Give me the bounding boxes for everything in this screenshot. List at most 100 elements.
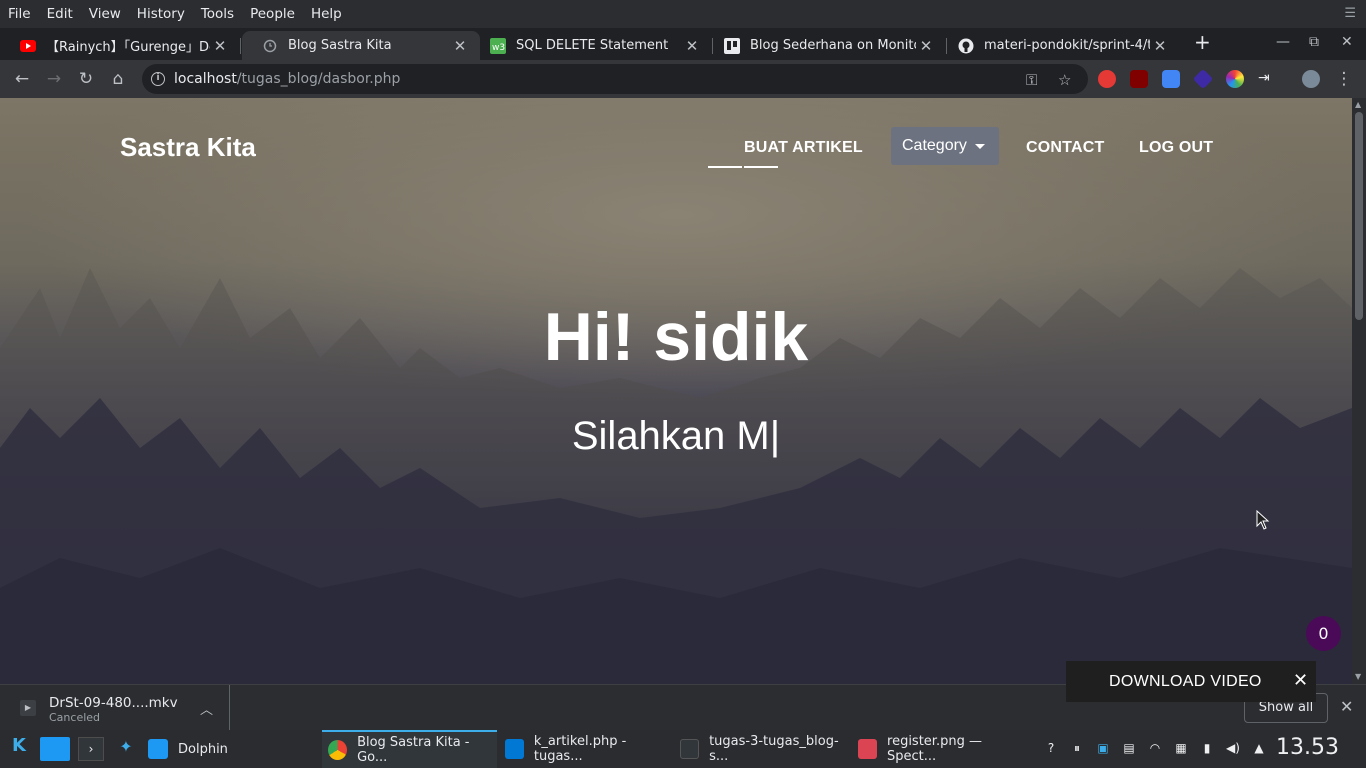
close-tab-icon[interactable]: ✕: [916, 37, 936, 55]
hero-subtitle: Silahkan M|: [571, 414, 781, 458]
menu-history[interactable]: History: [129, 6, 193, 22]
translate-icon[interactable]: [1162, 70, 1180, 88]
mouse-cursor-icon: [1256, 510, 1270, 530]
task-vscode[interactable]: k_artikel.php - tugas...: [505, 730, 671, 768]
page-loading-icon: [262, 38, 278, 54]
menu-view[interactable]: View: [81, 6, 129, 22]
scroll-up-icon[interactable]: ▲: [1355, 100, 1361, 109]
tab-sql-delete[interactable]: w3 SQL DELETE Statement ✕: [470, 31, 713, 60]
adblock-icon[interactable]: [1098, 70, 1116, 88]
spectacle-icon: [858, 739, 878, 759]
new-tab-icon[interactable]: +: [1194, 30, 1211, 54]
scroll-down-icon[interactable]: ▼: [1355, 672, 1361, 681]
nav-logout-label: LOG OUT: [1139, 139, 1214, 156]
category-label: Category: [902, 137, 967, 154]
pause-icon[interactable]: ⏸: [1069, 740, 1085, 756]
task-terminal[interactable]: tugas-3-tugas_blog-s...: [680, 730, 850, 768]
task-label: register.png — Spect...: [887, 734, 982, 764]
battery-icon[interactable]: ▮: [1199, 740, 1215, 756]
clock[interactable]: 13.53: [1276, 735, 1339, 760]
tab-title: Blog Sastra Kita: [288, 38, 392, 53]
ublock-icon[interactable]: [1130, 70, 1148, 88]
scrollbar-thumb[interactable]: [1355, 112, 1363, 320]
terminal-icon[interactable]: ›: [78, 737, 104, 761]
vscode-icon: [505, 739, 524, 759]
wifi-icon[interactable]: ◠: [1147, 740, 1163, 756]
storage-icon[interactable]: ▦: [1173, 740, 1189, 756]
chrome-menu-icon[interactable]: ⋮: [1334, 69, 1354, 89]
tab-strip: 【Rainych】「Gurenge」Demon S ✕ Blog Sastra …: [0, 28, 1366, 60]
download-item[interactable]: ▶ DrSt-09-480....mkv Canceled ︿: [0, 685, 230, 731]
window-menu-icon[interactable]: ☰: [1344, 6, 1356, 21]
info-icon[interactable]: i: [151, 72, 165, 86]
close-tab-icon[interactable]: ✕: [450, 37, 470, 55]
kde-launcher-icon[interactable]: K: [8, 737, 30, 760]
task-dolphin[interactable]: Dolphin: [148, 730, 314, 768]
dolphin-icon: [148, 739, 168, 759]
settings-icon[interactable]: ✦: [116, 739, 136, 759]
nav-contact[interactable]: CONTACT: [1026, 139, 1104, 157]
tab-github[interactable]: materi-pondokit/sprint-4/tugas ✕: [938, 31, 1180, 60]
profile-avatar[interactable]: [1302, 70, 1320, 88]
menu-file[interactable]: File: [0, 6, 39, 22]
close-tab-icon[interactable]: ✕: [1150, 37, 1170, 55]
download-status: Canceled: [49, 711, 101, 724]
menu-tools[interactable]: Tools: [193, 6, 242, 22]
tab-trello[interactable]: Blog Sederhana on Monitor ✕: [704, 31, 947, 60]
file-manager-icon[interactable]: [40, 737, 70, 761]
site-brand[interactable]: Sastra Kita: [120, 132, 256, 163]
task-chrome[interactable]: Blog Sastra Kita - Go...: [322, 730, 497, 768]
volume-icon[interactable]: ◀): [1225, 740, 1241, 756]
close-icon[interactable]: ✕: [1293, 670, 1308, 691]
address-bar[interactable]: i localhost/tugas_blog/dasbor.php ⚿ ☆: [142, 64, 1088, 94]
category-dropdown[interactable]: Category: [891, 127, 999, 165]
download-video-label: DOWNLOAD VIDEO: [1109, 673, 1262, 690]
menu-people[interactable]: People: [242, 6, 303, 22]
tab-youtube[interactable]: 【Rainych】「Gurenge」Demon S ✕: [0, 31, 241, 60]
screen-icon[interactable]: ▣: [1095, 740, 1111, 756]
color-picker-icon[interactable]: [1226, 70, 1244, 88]
menubar: File Edit View History Tools People Help…: [0, 0, 1366, 28]
extension-arrow-icon[interactable]: ⇥: [1258, 70, 1276, 88]
nav-contact-label: CONTACT: [1026, 139, 1105, 156]
task-spectacle[interactable]: register.png — Spect...: [858, 730, 1028, 768]
close-tab-icon[interactable]: ✕: [210, 37, 230, 55]
key-icon[interactable]: ⚿: [1026, 71, 1037, 89]
help-icon[interactable]: ?: [1043, 740, 1059, 756]
page-scrollbar[interactable]: ▲ ▼: [1352, 98, 1366, 684]
video-file-icon: ▶: [20, 700, 36, 716]
close-download-bar-icon[interactable]: ✕: [1340, 697, 1353, 716]
page-viewport: Sastra Kita BUAT ARTIKEL Category CONTAC…: [0, 98, 1352, 684]
tray-expand-icon[interactable]: ▲: [1251, 740, 1267, 756]
chevron-up-icon[interactable]: ︿: [200, 699, 213, 718]
nav-logout[interactable]: LOG OUT: [1139, 139, 1213, 157]
tab-title: 【Rainych】「Gurenge」Demon S: [46, 40, 210, 55]
task-label: Blog Sastra Kita - Go...: [357, 735, 470, 765]
menu-help[interactable]: Help: [303, 6, 350, 22]
url-host: localhost: [174, 71, 237, 87]
taskbar: K › ✦ Dolphin Blog Sastra Kita - Go... k…: [0, 730, 1366, 768]
close-tab-icon[interactable]: ✕: [682, 37, 702, 55]
tab-title: materi-pondokit/sprint-4/tugas: [984, 38, 1150, 53]
clipboard-icon[interactable]: ▤: [1121, 740, 1137, 756]
trello-icon: [724, 37, 740, 54]
extension-diamond-icon[interactable]: [1192, 68, 1214, 90]
close-window-icon[interactable]: ✕: [1341, 34, 1353, 50]
task-label: Dolphin: [178, 741, 228, 757]
task-label: k_artikel.php - tugas...: [533, 734, 627, 764]
tab-blog-sastra-kita[interactable]: Blog Sastra Kita ✕: [242, 31, 480, 60]
youtube-icon: [20, 38, 36, 54]
github-icon: [958, 38, 974, 54]
notification-badge[interactable]: 0: [1306, 616, 1341, 651]
home-icon[interactable]: ⌂: [108, 69, 128, 89]
nav-buat-artikel[interactable]: BUAT ARTIKEL: [708, 139, 863, 168]
forward-icon[interactable]: →: [44, 69, 64, 89]
restore-icon[interactable]: ⧉: [1309, 34, 1319, 50]
download-video-popup[interactable]: DOWNLOAD VIDEO ✕: [1066, 661, 1316, 702]
minimize-icon[interactable]: —: [1276, 34, 1290, 50]
menu-edit[interactable]: Edit: [39, 6, 81, 22]
bookmark-star-icon[interactable]: ☆: [1058, 71, 1071, 89]
caret-down-icon: [974, 143, 985, 149]
back-icon[interactable]: ←: [12, 69, 32, 89]
reload-icon[interactable]: ↻: [76, 69, 96, 89]
